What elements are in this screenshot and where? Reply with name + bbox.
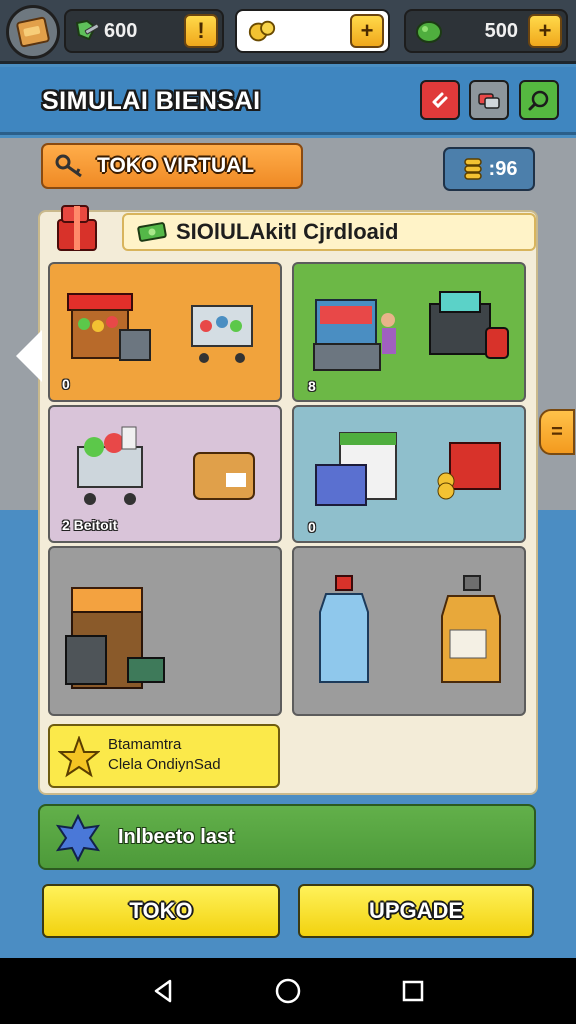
quest-title: Btamamtra [108, 736, 182, 753]
info-banner[interactable]: Inlbeeto last [38, 804, 536, 870]
banner-text: Inlbeeto last [118, 826, 235, 848]
oil-jerrycan-icon [441, 575, 501, 683]
gem-counter: 600 ! [64, 9, 224, 53]
shopping-cart-icon [191, 305, 253, 363]
recents-square-icon [403, 980, 424, 1002]
gem-value: 600 [104, 19, 138, 42]
market-stall-icon [67, 293, 151, 361]
tile-count: 2 Beitoit [62, 517, 118, 533]
blue-badge-icon [55, 814, 101, 862]
shelf-unit-icon [65, 587, 165, 689]
cash-register-icon [429, 291, 509, 359]
paper-bag-icon [193, 452, 255, 500]
shop-tile-shelf[interactable] [48, 546, 282, 716]
book-stack-icon [315, 432, 397, 506]
cash-counter: 500 + [404, 9, 568, 53]
panel-header-tab[interactable]: SIOlULAkitl Cjrdloaid [122, 213, 536, 251]
shop-tile-bottles[interactable] [292, 546, 526, 716]
previous-page-arrow[interactable] [16, 330, 42, 382]
home-nav-button[interactable] [268, 971, 308, 1011]
virtual-store-label: TOKO VIRTUAL [97, 154, 255, 177]
player-avatar[interactable] [6, 5, 60, 59]
cards-icon [478, 93, 500, 109]
cash-bill-icon [137, 222, 167, 242]
exit-button[interactable] [420, 80, 460, 120]
exit-icon [432, 92, 448, 109]
store-action-button[interactable]: TOKO [42, 884, 280, 938]
timer-value: :96 [488, 157, 518, 180]
panel-header-label: SIOlULAkitl Cjrdloaid [176, 219, 399, 244]
shop-tile-shopping[interactable]: 2 Beitoit [48, 405, 282, 543]
quest-card[interactable]: Btamamtra Clela OndiynSad [48, 724, 280, 788]
recents-nav-button[interactable] [393, 971, 433, 1011]
gift-coins-icon [437, 442, 501, 500]
grocery-cart-icon [77, 426, 143, 505]
upgrade-button[interactable]: UPGADE [298, 884, 534, 938]
shop-tile-supplies[interactable]: 0 [292, 405, 526, 543]
side-menu-button[interactable]: = [539, 409, 575, 455]
gold-coins-icon [247, 18, 277, 44]
wrench-gem-icon [72, 18, 102, 44]
quest-subtitle: Clela OndiynSad [108, 756, 221, 773]
virtual-store-button[interactable]: TOKO VIRTUAL [41, 143, 303, 189]
add-gems-button[interactable]: ! [184, 14, 218, 48]
vendor-stand-icon [313, 299, 396, 371]
add-cash-button[interactable]: + [528, 14, 562, 48]
star-icon [58, 736, 100, 778]
back-nav-button[interactable] [143, 971, 183, 1011]
game-title: SIMULAI BIENSAI [42, 87, 261, 115]
coin-stack-icon [463, 158, 482, 180]
key-icon [55, 154, 82, 178]
inventory-button[interactable] [469, 80, 509, 120]
search-icon [528, 90, 549, 111]
cash-value: 500 [484, 19, 518, 42]
shop-tile-grocery-stall[interactable]: 0 [48, 262, 282, 402]
tile-count: 0 [308, 519, 316, 535]
gift-box-icon[interactable] [56, 202, 100, 254]
home-circle-icon [275, 978, 301, 1004]
box-icon [15, 16, 51, 48]
search-button[interactable] [519, 80, 559, 120]
tile-count: 8 [308, 378, 316, 394]
coin-counter: + [235, 9, 390, 53]
add-coins-button[interactable]: + [350, 14, 384, 48]
shop-tile-checkout[interactable]: 8 [292, 262, 526, 402]
water-bottle-icon [319, 575, 369, 683]
back-triangle-icon [154, 979, 171, 1003]
title-bar: SIMULAI BIENSAI [0, 67, 576, 135]
green-money-icon [414, 18, 444, 44]
resource-bar: 600 ! + 500 + [0, 0, 576, 64]
coin-timer: :96 [443, 147, 535, 191]
tile-count: 0 [62, 376, 70, 392]
system-nav-bar [0, 958, 576, 1024]
